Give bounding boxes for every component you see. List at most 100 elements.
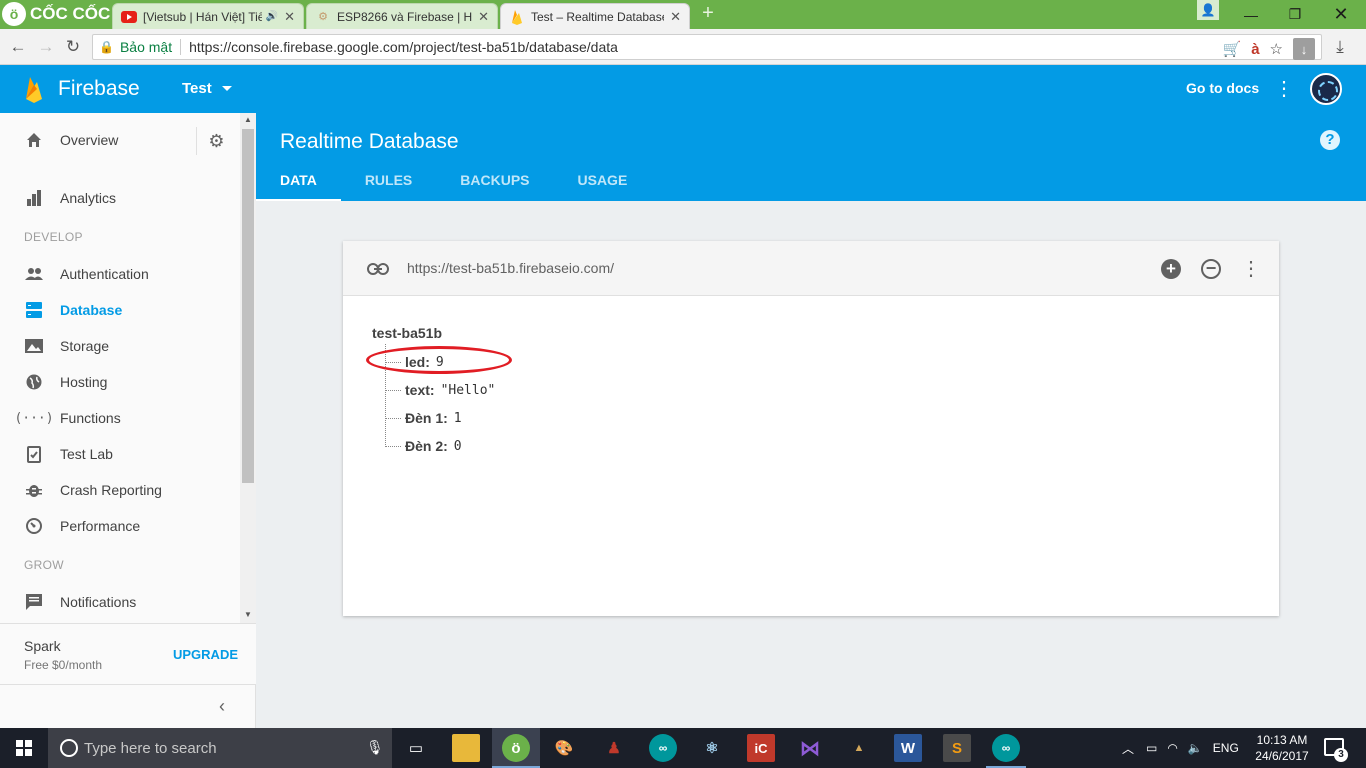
plan-price: Free $0/month bbox=[24, 658, 103, 672]
close-tab-icon[interactable]: ✕ bbox=[670, 9, 681, 25]
tree-node[interactable]: text: "Hello" bbox=[385, 381, 495, 399]
sidebar-item-storage[interactable]: Storage bbox=[0, 328, 240, 364]
remove-minus-icon[interactable]: − bbox=[1201, 259, 1221, 279]
sidebar-item-label: Hosting bbox=[60, 374, 108, 390]
sidebar-item-notifications[interactable]: Notifications bbox=[0, 584, 240, 620]
add-child-plus-icon[interactable]: + bbox=[1161, 259, 1181, 279]
sidebar-item-functions[interactable]: (···) Functions bbox=[0, 400, 240, 436]
audio-playing-icon[interactable]: 🔊 bbox=[266, 11, 278, 22]
more-vert-icon[interactable]: ⋮ bbox=[1240, 258, 1262, 280]
battery-icon[interactable]: ▭ bbox=[1146, 741, 1157, 755]
lock-icon: 🔒 bbox=[99, 40, 114, 54]
tab-backups[interactable]: BACKUPS bbox=[436, 163, 553, 201]
address-bar[interactable]: 🔒 Bảo mật https://console.firebase.googl… bbox=[92, 34, 1322, 60]
search-icon bbox=[60, 739, 78, 757]
message-icon bbox=[24, 593, 44, 611]
start-button[interactable] bbox=[0, 728, 48, 768]
sidebar-item-crash-reporting[interactable]: Crash Reporting bbox=[0, 472, 240, 508]
close-window-button[interactable]: ✕ bbox=[1318, 0, 1364, 29]
sidebar-item-label: Storage bbox=[60, 338, 110, 354]
system-tray: ︿ ▭ ◠ 🔈 ENG bbox=[1122, 728, 1239, 768]
browser-brand[interactable]: ö CỐC CỐC bbox=[2, 2, 110, 26]
paint-icon[interactable]: 🎨 bbox=[550, 734, 578, 762]
tab-title: [Vietsub | Hán Việt] Tiế bbox=[143, 9, 262, 24]
close-tab-icon[interactable]: ✕ bbox=[478, 9, 489, 25]
sublime-text-icon[interactable]: S bbox=[943, 734, 971, 762]
tree-node[interactable]: Đèn 1: 1 bbox=[385, 409, 462, 427]
word-icon[interactable]: W bbox=[894, 734, 922, 762]
link-icon[interactable] bbox=[367, 259, 389, 279]
minimize-window-button[interactable]: ― bbox=[1228, 0, 1274, 29]
tab-usage[interactable]: USAGE bbox=[554, 163, 652, 201]
tab-data[interactable]: DATA bbox=[256, 163, 341, 201]
coccoc-browser-icon[interactable]: ö bbox=[502, 734, 530, 762]
tree-node[interactable]: Đèn 2: 0 bbox=[385, 437, 462, 455]
scrollbar-thumb[interactable] bbox=[242, 129, 254, 483]
sidebar-scrollbar[interactable]: ▲ ▼ bbox=[240, 113, 256, 623]
node-value[interactable]: "Hello" bbox=[441, 383, 496, 398]
ic-app-icon[interactable]: iC bbox=[747, 734, 775, 762]
node-value[interactable]: 0 bbox=[454, 439, 462, 454]
youtube-icon bbox=[121, 9, 137, 25]
download-arrow-icon[interactable]: ↓ bbox=[1293, 38, 1315, 60]
close-tab-icon[interactable]: ✕ bbox=[284, 9, 295, 25]
downloads-icon[interactable]: ⤓ bbox=[1330, 37, 1350, 57]
file-explorer-icon[interactable] bbox=[452, 734, 480, 762]
clock-time: 10:13 AM bbox=[1256, 733, 1308, 747]
arduino-icon[interactable]: ∞ bbox=[649, 734, 677, 762]
sidebar-item-analytics[interactable]: Analytics bbox=[0, 180, 240, 216]
new-tab-button[interactable]: + bbox=[698, 3, 718, 24]
sidebar-item-performance[interactable]: Performance bbox=[0, 508, 240, 544]
tree-root-node[interactable]: test-ba51b bbox=[372, 325, 442, 341]
bookmark-star-icon[interactable]: ☆ bbox=[1270, 40, 1283, 58]
back-button[interactable]: ← bbox=[8, 37, 28, 57]
volume-icon[interactable]: 🔈 bbox=[1188, 741, 1203, 755]
restore-window-button[interactable]: ❐ bbox=[1272, 0, 1318, 29]
firebase-title[interactable]: Firebase bbox=[58, 77, 140, 101]
sidebar-item-hosting[interactable]: Hosting bbox=[0, 364, 240, 400]
vietnamese-input-icon[interactable]: à bbox=[1251, 41, 1259, 58]
node-key: Đèn 2: bbox=[405, 438, 448, 454]
browser-tab-esp8266[interactable]: ⚙ ESP8266 và Firebase | Học ✕ bbox=[306, 3, 498, 29]
reload-button[interactable]: ↻ bbox=[63, 37, 83, 57]
microphone-icon[interactable]: 🎙 bbox=[366, 739, 384, 756]
atom-icon[interactable]: ⚛ bbox=[698, 734, 726, 762]
browser-tab-youtube[interactable]: [Vietsub | Hán Việt] Tiế 🔊 ✕ bbox=[112, 3, 304, 29]
sidebar-item-database[interactable]: Database bbox=[0, 292, 240, 328]
taskbar-search[interactable]: Type here to search 🎙 bbox=[48, 728, 392, 768]
show-hidden-icons-chevron-icon[interactable]: ︿ bbox=[1122, 740, 1134, 757]
sidebar-item-label: Test Lab bbox=[60, 446, 113, 462]
database-url[interactable]: https://test-ba51b.firebaseio.com/ bbox=[407, 260, 614, 276]
task-view-icon[interactable]: ▭ bbox=[402, 734, 430, 762]
sidebar-item-authentication[interactable]: Authentication bbox=[0, 256, 240, 292]
project-selector[interactable]: Test bbox=[182, 80, 232, 97]
settings-gear-icon[interactable]: ⚙ bbox=[196, 127, 236, 155]
upgrade-button[interactable]: UPGRADE bbox=[173, 647, 238, 662]
sidebar-item-label: Notifications bbox=[60, 594, 137, 610]
tab-rules[interactable]: RULES bbox=[341, 163, 436, 201]
visual-studio-icon[interactable]: ⋈ bbox=[796, 734, 824, 762]
collapse-sidebar-chevron-icon[interactable]: ‹ bbox=[214, 696, 230, 716]
arduino-icon[interactable]: ∞ bbox=[992, 734, 1020, 762]
wifi-icon[interactable]: ◠ bbox=[1167, 741, 1177, 755]
input-language-indicator[interactable]: ENG bbox=[1213, 741, 1239, 755]
sidebar-item-label: Analytics bbox=[60, 190, 117, 206]
shopping-cart-icon[interactable]: 🛒 bbox=[1223, 40, 1242, 58]
scroll-up-arrow-icon[interactable]: ▲ bbox=[244, 115, 252, 124]
sidebar-item-test-lab[interactable]: Test Lab bbox=[0, 436, 240, 472]
taskbar-clock[interactable]: 10:13 AM 24/6/2017 bbox=[1252, 732, 1312, 764]
coccoc-logo-icon: ö bbox=[2, 2, 26, 26]
url-text[interactable]: https://console.firebase.google.com/proj… bbox=[189, 39, 618, 55]
database-url-bar: https://test-ba51b.firebaseio.com/ + − ⋮ bbox=[343, 241, 1279, 296]
more-vert-icon[interactable]: ⋮ bbox=[1274, 77, 1294, 101]
forward-button[interactable]: → bbox=[36, 37, 56, 57]
help-icon[interactable]: ? bbox=[1320, 130, 1340, 150]
account-avatar[interactable] bbox=[1310, 73, 1342, 105]
user-profile-icon[interactable]: 👤 bbox=[1197, 0, 1219, 20]
matlab-icon[interactable]: ▲ bbox=[845, 734, 873, 762]
browser-tab-firebase[interactable]: Test – Realtime Database - ✕ bbox=[500, 3, 690, 29]
scroll-down-arrow-icon[interactable]: ▼ bbox=[244, 610, 252, 619]
game-character-icon[interactable]: ♟ bbox=[600, 734, 628, 762]
node-value[interactable]: 1 bbox=[454, 411, 462, 426]
go-to-docs-link[interactable]: Go to docs bbox=[1186, 80, 1259, 96]
